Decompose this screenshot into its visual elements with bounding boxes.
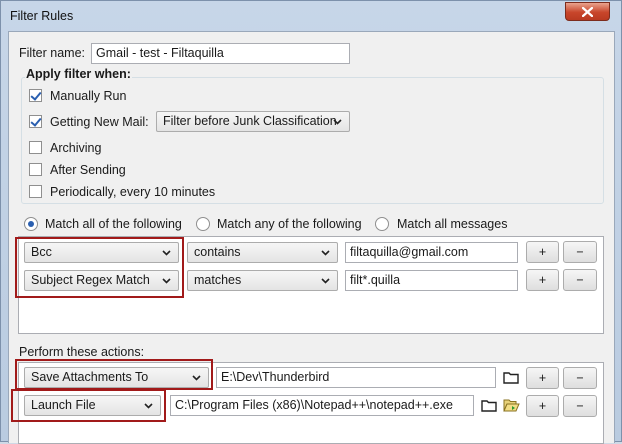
highlight-save-attachments xyxy=(15,359,213,390)
getting-new-mail-label: Getting New Mail: xyxy=(50,115,149,129)
chevron-down-icon xyxy=(321,250,330,256)
window-title: Filter Rules xyxy=(10,9,74,23)
periodically-label: Periodically, every 10 minutes xyxy=(50,185,216,199)
manually-run-checkbox[interactable] xyxy=(29,89,42,102)
remove-action-button[interactable]: − xyxy=(563,367,597,389)
dialog-content: Filter name: Gmail - test - Filtaquilla … xyxy=(8,31,615,444)
actions-heading: Perform these actions: xyxy=(19,345,145,359)
chevron-down-icon xyxy=(321,278,330,284)
chevron-down-icon xyxy=(333,119,342,125)
periodically-checkbox[interactable] xyxy=(29,185,42,198)
match-any-label: Match any of the following xyxy=(217,217,362,231)
title-bar: Filter Rules xyxy=(1,1,621,31)
match-all-messages-label: Match all messages xyxy=(397,217,508,231)
rule-operator-value: contains xyxy=(194,245,241,259)
rule-value-input[interactable]: filt*.quilla xyxy=(345,270,518,291)
folder-icon[interactable] xyxy=(503,371,519,384)
manually-run-label: Manually Run xyxy=(50,89,127,103)
remove-rule-button[interactable]: − xyxy=(563,241,597,263)
filter-rules-window: Filter Rules Filter name: Gmail - test -… xyxy=(0,0,622,444)
add-rule-button[interactable]: + xyxy=(526,269,559,291)
remove-rule-button[interactable]: − xyxy=(563,269,597,291)
new-mail-timing-value: Filter before Junk Classification xyxy=(163,114,337,128)
rule-operator-dropdown[interactable]: matches xyxy=(187,270,338,291)
rule-operator-dropdown[interactable]: contains xyxy=(187,242,338,263)
action-target-input[interactable]: C:\Program Files (x86)\Notepad++\notepad… xyxy=(170,395,474,416)
highlight-launch-file xyxy=(11,389,166,422)
close-icon xyxy=(582,6,593,17)
archiving-checkbox[interactable] xyxy=(29,141,42,154)
add-action-button[interactable]: + xyxy=(526,395,559,417)
add-rule-button[interactable]: + xyxy=(526,241,559,263)
rule-value-input[interactable]: filtaquilla@gmail.com xyxy=(345,242,518,263)
remove-action-button[interactable]: − xyxy=(563,395,597,417)
match-all-radio[interactable] xyxy=(24,217,38,231)
archiving-label: Archiving xyxy=(50,141,102,155)
apply-filter-heading: Apply filter when: xyxy=(25,67,132,81)
match-all-label: Match all of the following xyxy=(45,217,182,231)
folder-icon[interactable] xyxy=(481,399,497,412)
filter-name-label: Filter name: xyxy=(19,46,85,60)
action-target-input[interactable]: E:\Dev\Thunderbird xyxy=(216,367,496,388)
add-action-button[interactable]: + xyxy=(526,367,559,389)
match-all-messages-radio[interactable] xyxy=(375,217,389,231)
new-mail-timing-dropdown[interactable]: Filter before Junk Classification xyxy=(156,111,350,132)
open-folder-icon[interactable] xyxy=(503,398,520,413)
filter-name-input[interactable]: Gmail - test - Filtaquilla xyxy=(91,43,350,64)
after-sending-checkbox[interactable] xyxy=(29,163,42,176)
highlight-rule-fields xyxy=(15,237,184,298)
getting-new-mail-checkbox[interactable] xyxy=(29,115,42,128)
match-any-radio[interactable] xyxy=(196,217,210,231)
rule-operator-value: matches xyxy=(194,273,242,287)
close-button[interactable] xyxy=(565,2,610,21)
after-sending-label: After Sending xyxy=(50,163,126,177)
